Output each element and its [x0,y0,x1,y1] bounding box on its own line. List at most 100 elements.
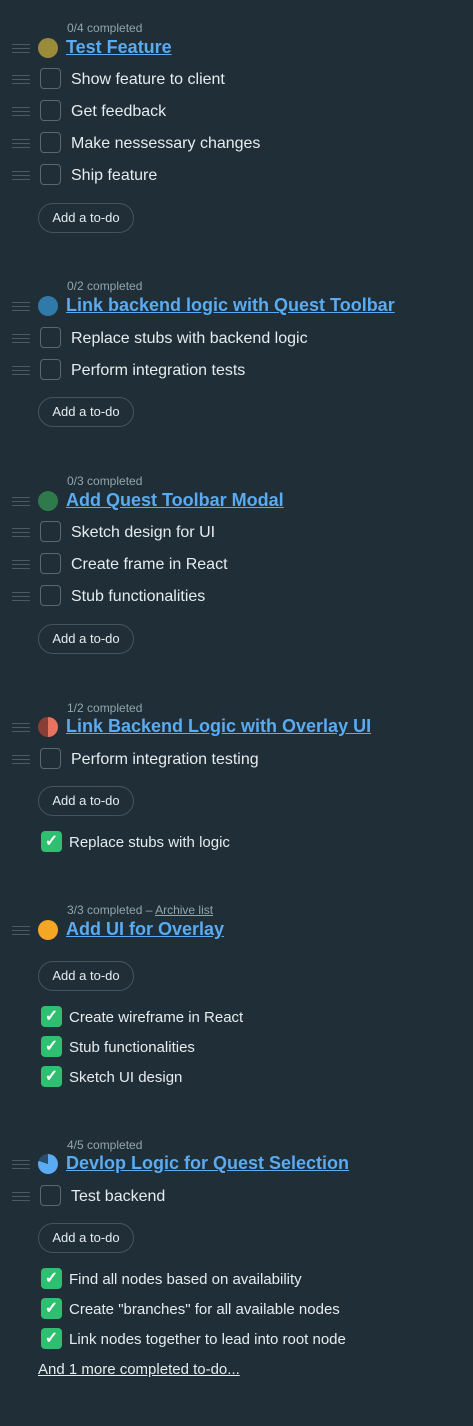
todo-checkbox[interactable] [40,585,61,606]
list-title[interactable]: Link Backend Logic with Overlay UI [66,716,371,737]
checkmark-icon[interactable]: ✓ [41,1036,62,1057]
add-todo-button[interactable]: Add a to-do [38,961,134,991]
todo-label: Create "branches" for all available node… [69,1301,340,1318]
todo-item: Ship feature [0,164,473,190]
completed-count: 3/3 completed – Archive list [67,903,213,917]
completed-count-label: 3/3 completed – [67,903,153,917]
todo-item: Show feature to client [0,68,473,94]
drag-handle-icon[interactable] [12,592,30,601]
list-title-row: Add Quest Toolbar Modal [0,490,473,516]
completed-count: 4/5 completed [67,1138,143,1152]
todo-label: Create frame in React [71,556,228,573]
completed-todo-item: ✓ Stub functionalities [0,1036,473,1060]
add-todo-button[interactable]: Add a to-do [38,624,134,654]
todo-checkbox[interactable] [40,327,61,348]
add-todo-button[interactable]: Add a to-do [38,1223,134,1253]
drag-handle-icon[interactable] [12,1160,30,1169]
todo-checkbox[interactable] [40,132,61,153]
todo-checkbox[interactable] [40,748,61,769]
todo-item: Test backend [0,1185,473,1211]
list-title-row: Test Feature [0,37,473,63]
add-todo-button[interactable]: Add a to-do [38,203,134,233]
todo-checkbox[interactable] [40,359,61,380]
todo-checkbox[interactable] [40,100,61,121]
todo-label: Stub functionalities [71,588,206,605]
todo-item: Perform integration testing [0,748,473,774]
drag-handle-icon[interactable] [12,926,30,935]
list-title[interactable]: Devlop Logic for Quest Selection [66,1153,349,1174]
drag-handle-icon[interactable] [12,139,30,148]
checkmark-icon[interactable]: ✓ [41,1066,62,1087]
completed-todo-item: ✓ Replace stubs with logic [0,831,473,855]
add-todo-button[interactable]: Add a to-do [38,786,134,816]
todo-checkbox[interactable] [40,521,61,542]
drag-handle-icon[interactable] [12,366,30,375]
completed-count: 0/3 completed [67,474,143,488]
drag-handle-icon[interactable] [12,723,30,732]
checkmark-icon[interactable]: ✓ [41,1268,62,1289]
list-title-row: Add UI for Overlay [0,919,473,945]
drag-handle-icon[interactable] [12,75,30,84]
todo-checkbox[interactable] [40,68,61,89]
list-title[interactable]: Test Feature [66,37,172,58]
todo-label: Replace stubs with logic [69,834,230,851]
progress-pie-icon [38,38,58,58]
drag-handle-icon[interactable] [12,171,30,180]
completed-todo-item: ✓ Create "branches" for all available no… [0,1298,473,1322]
completed-todo-item: ✓ Link nodes together to lead into root … [0,1328,473,1352]
drag-handle-icon[interactable] [12,107,30,116]
todo-label: Get feedback [71,103,167,120]
todo-item: Stub functionalities [0,585,473,611]
archive-list-link[interactable]: Archive list [155,903,213,917]
list-title[interactable]: Add Quest Toolbar Modal [66,490,284,511]
todo-label: Sketch UI design [69,1069,183,1086]
checkmark-icon[interactable]: ✓ [41,1328,62,1349]
todo-label: Replace stubs with backend logic [71,330,308,347]
completed-todo-item: ✓ Create wireframe in React [0,1006,473,1030]
todo-label: Link nodes together to lead into root no… [69,1331,346,1348]
progress-pie-icon [38,491,58,511]
drag-handle-icon[interactable] [12,755,30,764]
list-title-row: Link Backend Logic with Overlay UI [0,716,473,742]
add-todo-button[interactable]: Add a to-do [38,397,134,427]
checkmark-icon[interactable]: ✓ [41,1298,62,1319]
checkmark-icon[interactable]: ✓ [41,831,62,852]
completed-todo-item: ✓ Find all nodes based on availability [0,1268,473,1292]
todo-label: Perform integration tests [71,362,246,379]
completed-count: 0/4 completed [67,21,143,35]
todo-label: Stub functionalities [69,1039,195,1056]
todo-label: Sketch design for UI [71,524,216,541]
todo-item: Perform integration tests [0,359,473,385]
drag-handle-icon[interactable] [12,497,30,506]
todo-label: Make nessessary changes [71,135,261,152]
todo-label: Create wireframe in React [69,1009,244,1026]
list-title[interactable]: Link backend logic with Quest Toolbar [66,295,395,316]
list-title-row: Link backend logic with Quest Toolbar [0,295,473,321]
progress-pie-icon [38,296,58,316]
drag-handle-icon[interactable] [12,44,30,53]
todo-checkbox[interactable] [40,1185,61,1206]
completed-todo-item: ✓ Sketch UI design [0,1066,473,1090]
todo-label: Ship feature [71,167,158,184]
todo-label: Perform integration testing [71,751,259,768]
list-title[interactable]: Add UI for Overlay [66,919,224,940]
drag-handle-icon[interactable] [12,334,30,343]
drag-handle-icon[interactable] [12,560,30,569]
todo-label: Test backend [71,1188,166,1205]
completed-count: 0/2 completed [67,279,143,293]
todo-item: Create frame in React [0,553,473,579]
todo-item: Get feedback [0,100,473,126]
checkmark-icon[interactable]: ✓ [41,1006,62,1027]
progress-pie-icon [38,920,58,940]
drag-handle-icon[interactable] [12,528,30,537]
list-title-row: Devlop Logic for Quest Selection [0,1153,473,1179]
progress-pie-icon [38,717,58,737]
todo-item: Sketch design for UI [0,521,473,547]
more-completed-link[interactable]: And 1 more completed to-do... [38,1361,240,1378]
drag-handle-icon[interactable] [12,1192,30,1201]
todo-item: Make nessessary changes [0,132,473,158]
todo-checkbox[interactable] [40,164,61,185]
drag-handle-icon[interactable] [12,302,30,311]
completed-count: 1/2 completed [67,701,143,715]
todo-checkbox[interactable] [40,553,61,574]
